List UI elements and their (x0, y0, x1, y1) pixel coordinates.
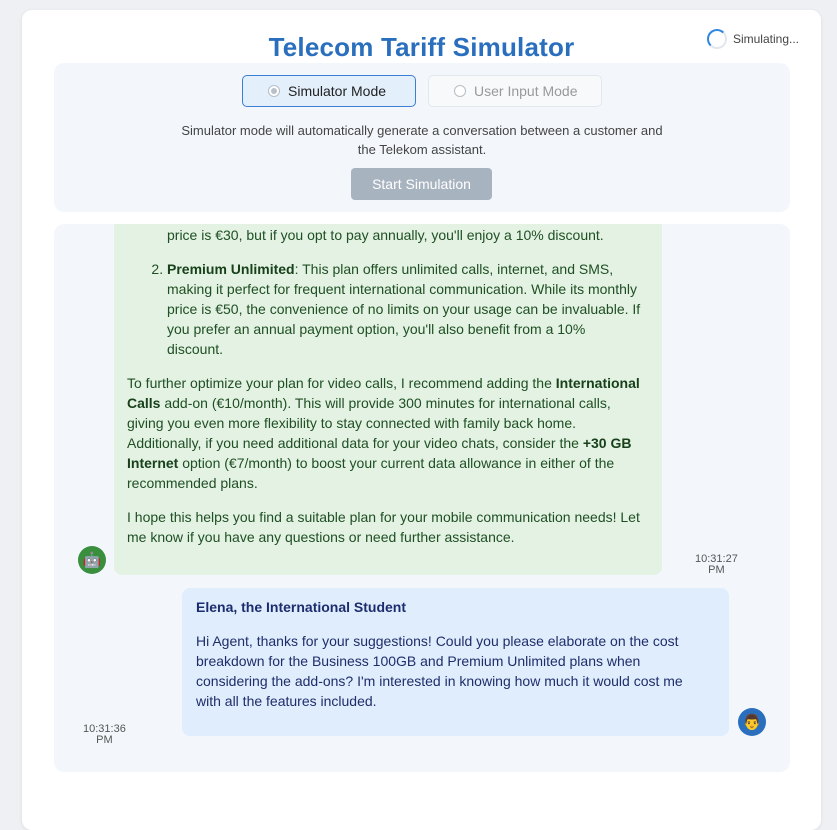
simulation-status: Simulating... (706, 27, 799, 51)
timestamp-ampm: PM (96, 734, 113, 746)
person-avatar-icon: 👨 (738, 708, 766, 736)
text-segment: option (€7/month) to boost your current … (127, 455, 615, 491)
agent-timestamp: 10:31:27 PM (695, 554, 738, 576)
chat-area[interactable]: price is €30, but if you opt to pay annu… (54, 224, 790, 772)
agent-list-item-1-tail: price is €30, but if you opt to pay annu… (167, 227, 604, 243)
agent-plan-list: Premium Unlimited: This plan offers unli… (127, 259, 642, 359)
user-message-text: Hi Agent, thanks for your suggestions! C… (196, 633, 683, 709)
agent-paragraph-addons: To further optimize your plan for video … (127, 373, 642, 493)
radio-selected-icon[interactable] (268, 85, 280, 97)
text-segment: To further optimize your plan for video … (127, 375, 556, 391)
radio-unselected-icon[interactable] (454, 85, 466, 97)
user-message-bubble: Elena, the International Student Hi Agen… (182, 588, 729, 736)
simulator-mode-label: Simulator Mode (288, 83, 387, 99)
user-input-mode-label: User Input Mode (474, 83, 578, 99)
agent-message-body: price is €30, but if you opt to pay annu… (127, 224, 642, 547)
loading-spinner-icon (706, 29, 727, 49)
app-card: Telecom Tariff Simulator Simulating... S… (22, 10, 821, 830)
agent-paragraph-closing: I hope this helps you find a suitable pl… (127, 509, 640, 545)
agent-message-bubble: price is €30, but if you opt to pay annu… (114, 224, 662, 575)
user-sender-name: Elena, the International Student (196, 599, 407, 615)
agent-list-item-2: Premium Unlimited: This plan offers unli… (167, 259, 642, 359)
mode-description: Simulator mode will automatically genera… (181, 123, 663, 157)
robot-avatar-icon: 🤖 (78, 546, 106, 574)
page-title: Telecom Tariff Simulator (268, 32, 575, 62)
plan-name: Premium Unlimited (167, 261, 295, 277)
user-timestamp: 10:31:36 PM (83, 724, 126, 746)
status-text: Simulating... (732, 32, 799, 46)
text-segment: add-on (€10/month). This will provide 30… (127, 395, 611, 451)
simulator-mode-option[interactable]: Simulator Mode (242, 75, 416, 107)
timestamp-ampm: PM (708, 564, 725, 576)
user-input-mode-option[interactable]: User Input Mode (428, 75, 602, 107)
start-simulation-button[interactable]: Start Simulation (351, 168, 492, 200)
mode-panel: Simulator Mode User Input Mode Simulator… (54, 63, 790, 212)
